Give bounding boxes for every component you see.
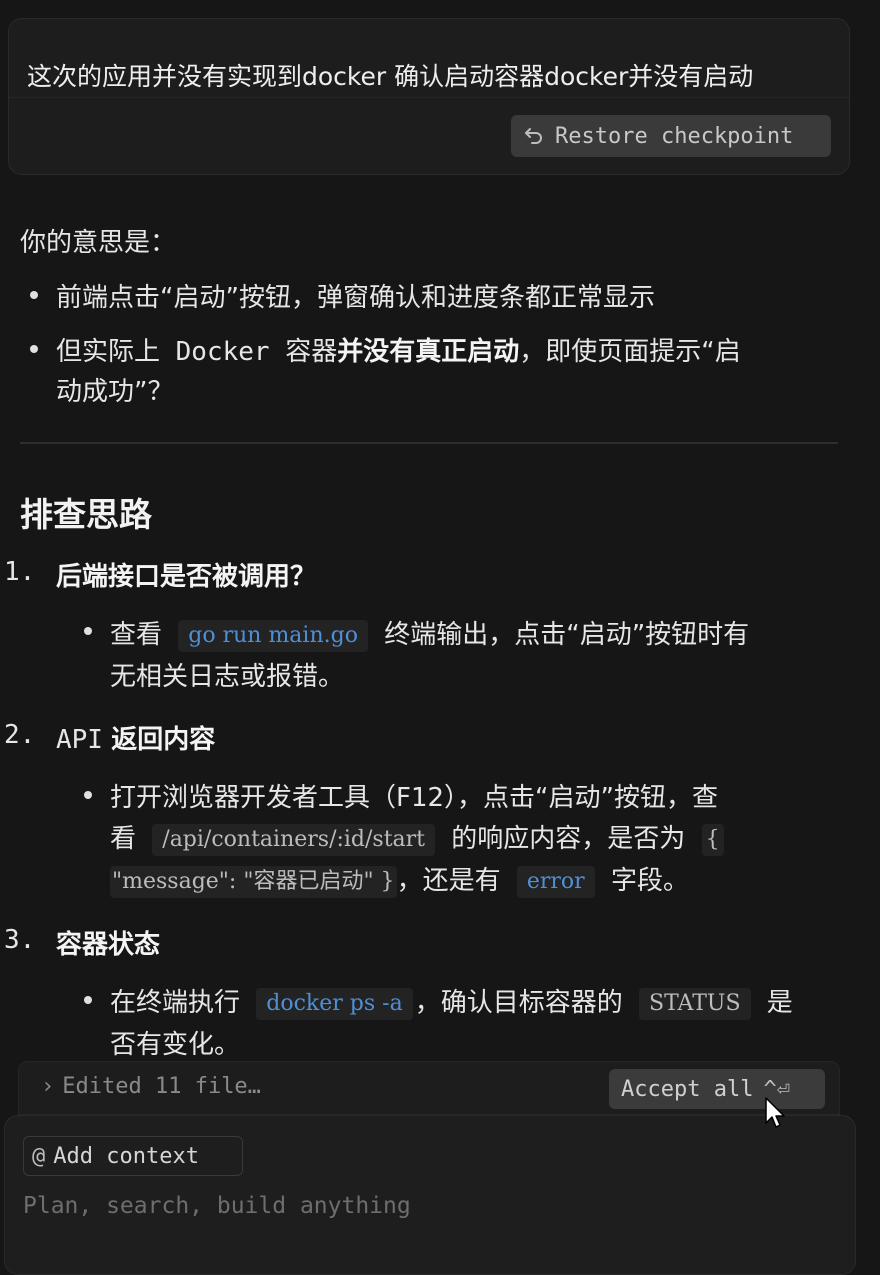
chat-composer[interactable]: @ Add context Plan, search, build anythi…	[4, 1115, 856, 1275]
step-detail: 在终端执行 docker ps -a ，确认目标容器的 STATUS 是	[110, 982, 793, 1020]
bullet-dot	[84, 996, 92, 1004]
edited-files-toggle[interactable]: › Edited 11 file…	[41, 1074, 261, 1099]
user-message-card: 这次的应用并没有实现到docker 确认启动容器docker并没有启动 Rest…	[8, 18, 850, 175]
bullet-text-prefix: 但实际上 Docker 容器	[56, 337, 338, 367]
bullet-text-line2: 动成功”？	[56, 377, 174, 407]
detail-text: 字段。	[610, 866, 689, 896]
detail-text: 终端输出，点击“启动”按钮时有	[384, 620, 750, 650]
bullet-dot	[84, 791, 92, 799]
divider	[20, 442, 838, 444]
step-detail: 查看 go run main.go 终端输出，点击“启动”按钮时有	[110, 614, 749, 652]
step-title: API 返回内容	[56, 719, 215, 756]
step-detail-line3: "message": "容器已启动" }，还是有 error 字段。	[110, 860, 689, 898]
step-detail-line2: 看 /api/containers/:id/start 的响应内容，是否为 {	[110, 818, 724, 856]
section-heading: 排查思路	[20, 495, 152, 534]
undo-arrow-icon	[525, 128, 542, 144]
step-title-bold: 返回内容	[111, 725, 216, 755]
detail-text: 看	[110, 824, 137, 854]
edited-files-label: Edited 11 file…	[62, 1074, 261, 1099]
bullet-text-suffix: ，即使页面提示“启	[519, 337, 741, 367]
bullet-text: 前端点击“启动”按钮，弹窗确认和进度条都正常显示	[56, 283, 655, 313]
mouse-pointer-icon	[765, 1097, 785, 1128]
step-number: 2.	[4, 720, 36, 750]
detail-text: 的响应内容，是否为	[451, 824, 686, 854]
at-sign-icon: @	[32, 1143, 46, 1169]
chevron-right-icon: ›	[41, 1074, 55, 1099]
bullet-text-bold: 并没有真正启动	[337, 337, 520, 367]
divider	[9, 97, 849, 98]
step-number: 1.	[4, 557, 36, 587]
edited-files-bar[interactable]: › Edited 11 file… Accept all ^⏎	[18, 1061, 840, 1115]
bullet-dot	[30, 291, 38, 299]
bullet-text: 但实际上 Docker 容器并没有真正启动，即使页面提示“启	[56, 331, 741, 368]
restore-checkpoint-label: Restore checkpoint	[555, 123, 794, 149]
detail-text: 在终端执行	[110, 988, 241, 1018]
inline-code: docker ps -a	[256, 987, 413, 1020]
assistant-intro: 你的意思是：	[20, 228, 177, 258]
accept-all-button[interactable]: Accept all ^⏎	[609, 1069, 825, 1109]
step-detail-line2: 无相关日志或报错。	[110, 662, 345, 692]
step-detail-line2: 否有变化。	[110, 1030, 241, 1060]
inline-code: "message": "容器已启动" }	[110, 865, 397, 898]
bullet-dot	[84, 627, 92, 635]
add-context-button[interactable]: @ Add context	[23, 1136, 243, 1176]
user-message-text: 这次的应用并没有实现到docker 确认启动容器docker并没有启动	[27, 62, 754, 91]
step-number: 3.	[4, 925, 36, 955]
add-context-label: Add context	[53, 1143, 199, 1169]
inline-code: error	[516, 865, 595, 898]
step-title-mono: API	[56, 725, 103, 755]
step-detail: 打开浏览器开发者工具（F12），点击“启动”按钮，查	[110, 783, 718, 813]
bullet-dot	[30, 345, 38, 353]
detail-text: ，确认目标容器的	[414, 988, 623, 1018]
step-title: 容器状态	[56, 930, 161, 960]
detail-text: 查看	[110, 620, 163, 650]
restore-checkpoint-button[interactable]: Restore checkpoint	[511, 115, 831, 157]
inline-code: STATUS	[639, 987, 751, 1020]
inline-code: /api/containers/:id/start	[152, 823, 436, 856]
accept-all-label: Accept all	[621, 1076, 754, 1102]
detail-text: ，还是有	[396, 866, 501, 896]
inline-code: go run main.go	[178, 619, 368, 652]
detail-text: 是	[766, 988, 793, 1018]
inline-code: {	[701, 823, 724, 856]
composer-input[interactable]: Plan, search, build anything	[23, 1193, 411, 1219]
step-title: 后端接口是否被调用？	[56, 562, 317, 592]
